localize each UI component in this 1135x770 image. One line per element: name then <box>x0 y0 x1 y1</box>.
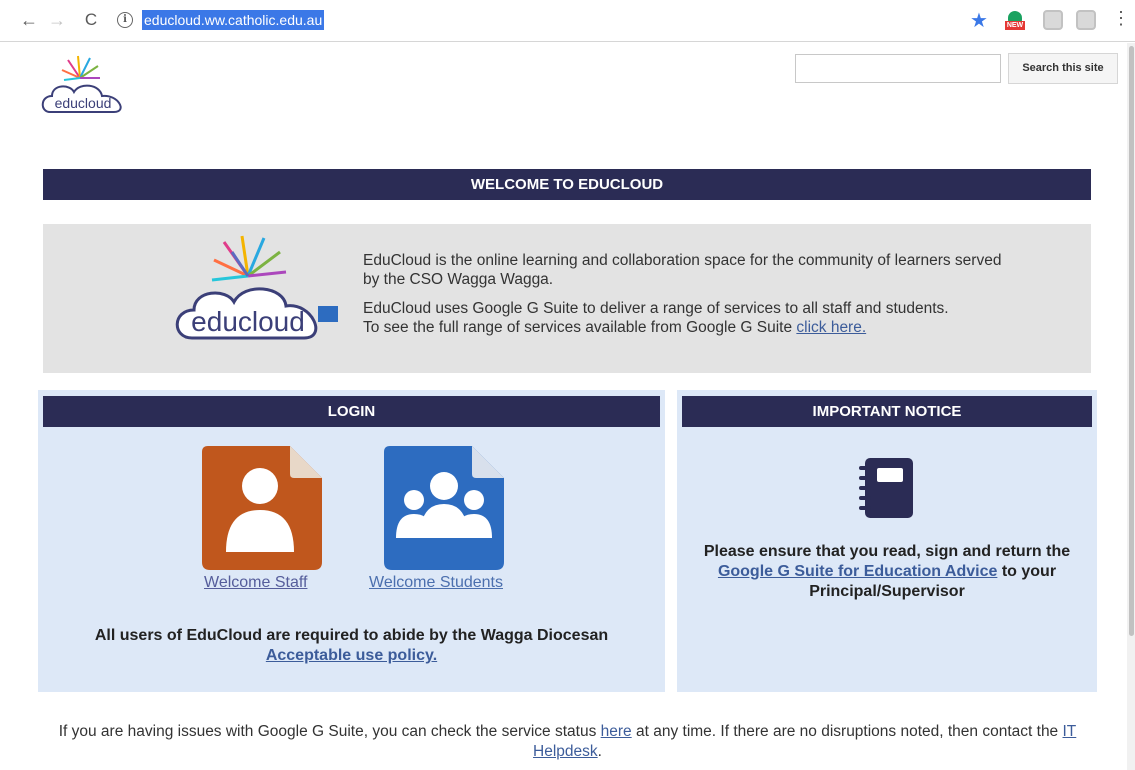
google-apps-badge-icon <box>318 306 338 322</box>
footer-text: If you are having issues with Google G S… <box>30 722 1105 762</box>
intro-text-prefix: To see the full range of services availa… <box>363 319 797 336</box>
scrollbar-thumb[interactable] <box>1129 46 1134 636</box>
gsuite-education-advice-link[interactable]: Google G Suite for Education Advice <box>718 563 997 580</box>
reload-icon[interactable]: C <box>80 9 102 31</box>
policy-text: All users of EduCloud are required to ab… <box>94 627 609 644</box>
policy-notice: All users of EduCloud are required to ab… <box>38 626 665 666</box>
educloud-logo[interactable]: educloud <box>38 54 132 118</box>
sparkle-icon <box>211 235 287 282</box>
intro-text: EduCloud is the online learning and coll… <box>363 251 1003 347</box>
logo-text: educloud <box>55 95 112 111</box>
service-status-link[interactable]: here <box>601 723 632 740</box>
footer-text-middle: at any time. If there are no disruptions… <box>631 723 1063 740</box>
educloud-large-logo: educloud <box>175 235 338 340</box>
students-login-tile[interactable] <box>384 446 506 570</box>
login-heading: LOGIN <box>43 396 660 427</box>
extension-badge: NEW <box>1005 21 1025 30</box>
back-arrow-icon[interactable]: ← <box>18 9 40 31</box>
intro-paragraph: To see the full range of services availa… <box>363 318 1003 337</box>
notebook-icon <box>859 458 913 518</box>
notice-text-before: Please ensure that you read, sign and re… <box>703 543 1071 560</box>
extension-icon[interactable] <box>1043 10 1063 30</box>
info-icon[interactable]: i <box>117 12 133 28</box>
notice-panel: IMPORTANT NOTICE Please ensure that you … <box>677 390 1097 692</box>
notice-heading: IMPORTANT NOTICE <box>682 396 1092 427</box>
login-panel: LOGIN Welcome Staff Welcome Students All… <box>38 390 665 692</box>
search-button[interactable]: Search this site <box>1008 53 1118 84</box>
intro-section: educloud EduCloud is the online learning… <box>43 224 1091 373</box>
sparkle-icon <box>61 55 100 81</box>
acceptable-use-policy-link[interactable]: Acceptable use policy. <box>266 647 437 664</box>
click-here-link[interactable]: click here. <box>796 319 866 336</box>
large-logo-text: educloud <box>191 306 305 337</box>
intro-paragraph: EduCloud is the online learning and coll… <box>363 252 1002 288</box>
welcome-students-link[interactable]: Welcome Students <box>369 574 503 592</box>
bookmark-star-icon[interactable]: ★ <box>970 8 988 33</box>
notice-text: Please ensure that you read, sign and re… <box>677 542 1097 602</box>
browser-toolbar: ← → C i educloud.ww.catholic.edu.au ★ NE… <box>0 0 1135 42</box>
footer-text-end: . <box>597 743 602 760</box>
staff-login-tile[interactable] <box>202 446 324 570</box>
search-input[interactable] <box>795 54 1001 83</box>
welcome-heading: WELCOME TO EDUCLOUD <box>43 169 1091 200</box>
extension-new-icon[interactable]: NEW <box>1005 10 1025 30</box>
address-bar[interactable]: educloud.ww.catholic.edu.au <box>142 10 325 30</box>
welcome-staff-link[interactable]: Welcome Staff <box>204 574 307 592</box>
forward-arrow-icon[interactable]: → <box>46 9 68 31</box>
footer-text-before: If you are having issues with Google G S… <box>58 723 601 740</box>
extension-icon[interactable] <box>1076 10 1096 30</box>
browser-menu-icon[interactable]: ⋮ <box>1112 8 1130 29</box>
intro-paragraph: EduCloud uses Google G Suite to deliver … <box>363 300 949 317</box>
